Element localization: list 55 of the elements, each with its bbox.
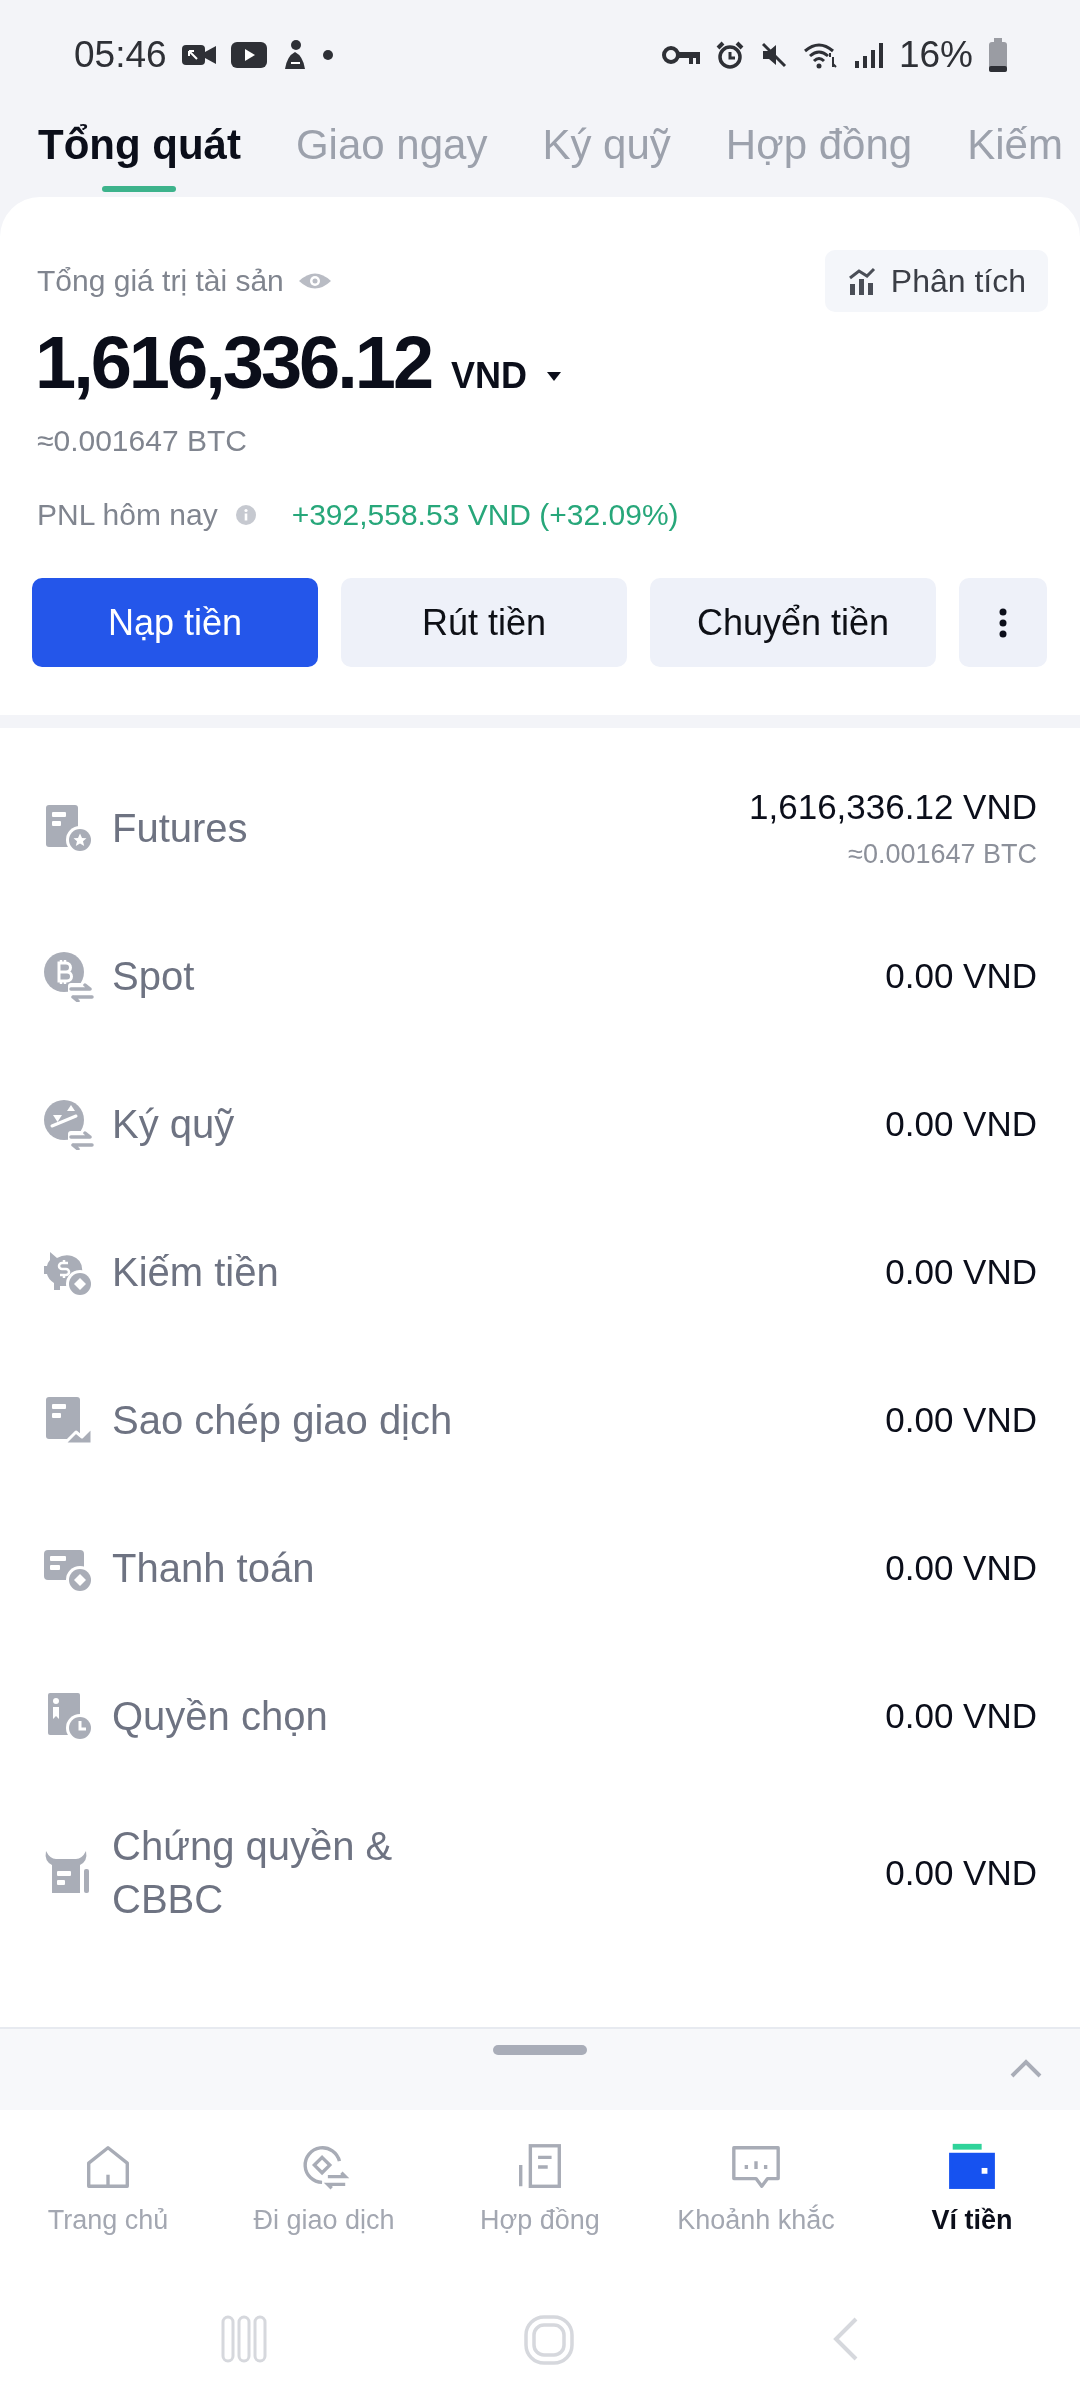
video-camera-icon bbox=[181, 43, 216, 67]
account-name[interactable]: Sao chép giao dịch bbox=[112, 1393, 453, 1447]
bar-chart-icon bbox=[846, 266, 877, 296]
caret-icon bbox=[547, 371, 562, 381]
account-balance: 1,616,336.12 VND bbox=[749, 785, 1037, 828]
primary-action-button[interactable]: Nạp tiền bbox=[32, 578, 318, 667]
account-balance: 0.00 VND bbox=[885, 1852, 1037, 1894]
nav-tab[interactable]: Đi giao dịch bbox=[245, 2136, 403, 2242]
info-icon[interactable] bbox=[235, 505, 256, 525]
account-name[interactable]: Ký quỹ bbox=[112, 1097, 235, 1151]
account-name[interactable]: Futures bbox=[112, 801, 248, 855]
account-btc-equivalent: ≈0.001647 BTC bbox=[848, 837, 1037, 871]
wifi-icon bbox=[802, 41, 839, 69]
account-balance: 0.00 VND bbox=[885, 1695, 1037, 1737]
total-balance: 1,616,336.12 bbox=[35, 320, 432, 405]
account-name[interactable]: Spot bbox=[112, 949, 195, 1003]
bitcoin-exchange-icon bbox=[42, 950, 94, 1002]
pnl-value: +392,558.53 VND (+32.09%) bbox=[291, 497, 679, 533]
analysis-button[interactable]: Phân tích bbox=[824, 250, 1048, 312]
alarm-clock-icon bbox=[714, 40, 745, 70]
notification-dot-icon bbox=[322, 50, 333, 60]
more-button[interactable] bbox=[959, 578, 1047, 667]
seesaw-exchange-icon bbox=[42, 1098, 94, 1150]
tab[interactable]: Tổng quát bbox=[38, 110, 241, 197]
system-home-icon[interactable] bbox=[524, 2315, 574, 2365]
currency-dropdown[interactable]: VND bbox=[451, 354, 562, 398]
total-assets-label: Tổng giá trị tài sản bbox=[37, 263, 284, 299]
recent-apps-icon[interactable] bbox=[220, 2315, 268, 2363]
chevron-up-icon[interactable] bbox=[1009, 2059, 1043, 2079]
btc-equivalent: ≈0.001647 BTC bbox=[36, 423, 247, 459]
nav-tab[interactable]: Khoảnh khắc bbox=[669, 2136, 843, 2242]
account-name[interactable]: Thanh toán bbox=[112, 1541, 315, 1595]
battery-percent: 16% bbox=[898, 33, 973, 77]
account-balance: 0.00 VND bbox=[885, 955, 1037, 997]
action-button[interactable]: Rút tiền bbox=[341, 578, 627, 667]
nav-tab[interactable]: Ví tiền bbox=[923, 2136, 1021, 2242]
action-button[interactable]: Chuyển tiền bbox=[650, 578, 936, 667]
status-time: 05:46 bbox=[74, 33, 167, 77]
account-name[interactable]: Chứng quyền & CBBC bbox=[112, 1820, 472, 1926]
play-icon bbox=[230, 42, 267, 68]
battery-icon bbox=[988, 38, 1008, 72]
key-icon bbox=[661, 44, 700, 66]
nav-tab[interactable]: Trang chủ bbox=[39, 2136, 177, 2242]
nav-tab[interactable]: Hợp đồng bbox=[472, 2136, 608, 2242]
account-balance: 0.00 VND bbox=[885, 1103, 1037, 1145]
account-balance: 0.00 VND bbox=[885, 1251, 1037, 1293]
account-balance: 0.00 VND bbox=[885, 1547, 1037, 1589]
account-name[interactable]: Kiếm tiền bbox=[112, 1245, 279, 1299]
pnl-label: PNL hôm nay bbox=[37, 497, 218, 533]
account-name[interactable]: Quyền chọn bbox=[112, 1689, 328, 1743]
signal-icon bbox=[853, 42, 884, 68]
mute-icon bbox=[759, 41, 788, 69]
drag-handle[interactable] bbox=[493, 2045, 587, 2055]
more-icon bbox=[999, 607, 1007, 638]
account-balance: 0.00 VND bbox=[885, 1399, 1037, 1441]
